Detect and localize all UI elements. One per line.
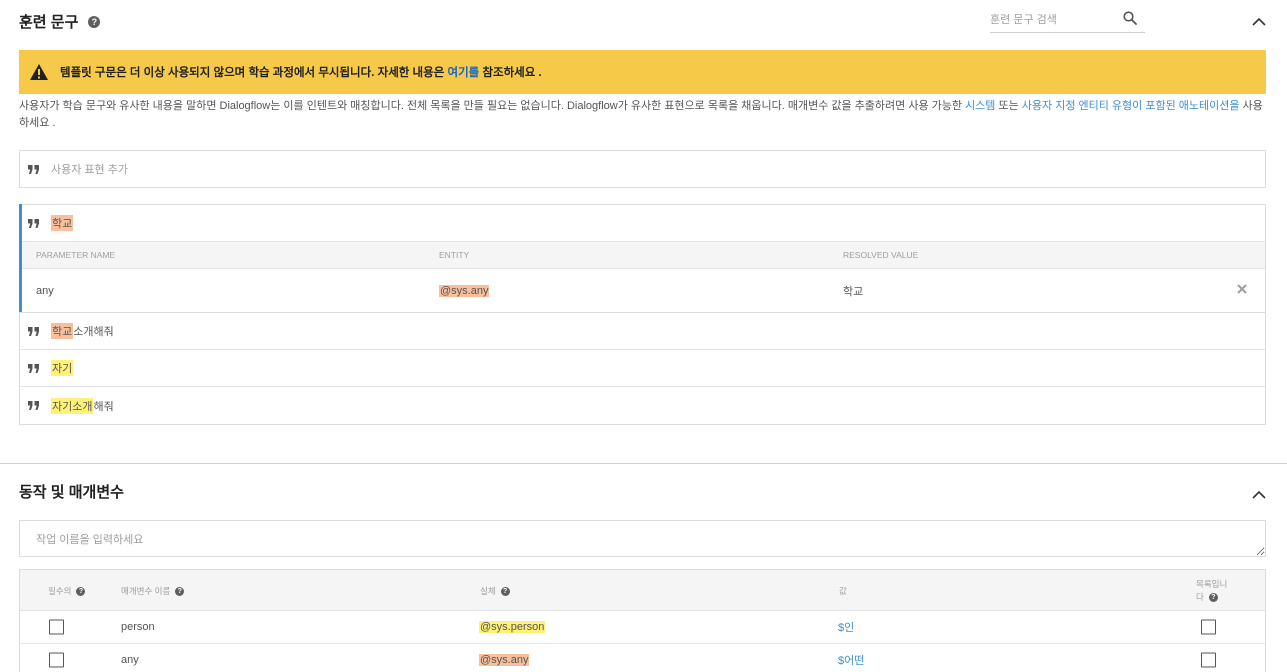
- list-item[interactable]: 자기소개 해줘: [20, 387, 1265, 424]
- table-row: any @sys.any 학교: [20, 269, 1265, 312]
- list-item[interactable]: 학교: [20, 205, 1265, 241]
- help-icon[interactable]: ?: [175, 586, 185, 596]
- parameter-value[interactable]: $어떤: [838, 652, 864, 668]
- parameter-value[interactable]: $인: [838, 619, 854, 635]
- annotated-text[interactable]: 학교: [51, 215, 74, 231]
- warning-link[interactable]: 여기를: [447, 67, 479, 79]
- close-icon[interactable]: [1237, 284, 1247, 294]
- selected-phrase[interactable]: 학교 PARAMETER NAME ENTITY RESOLVED VALUE …: [19, 204, 1266, 313]
- quote-icon: [28, 164, 39, 174]
- parameter-table-header: PARAMETER NAME ENTITY RESOLVED VALUE: [20, 241, 1265, 269]
- parameter-entity[interactable]: @sys.person: [479, 621, 546, 633]
- help-icon[interactable]: ?: [500, 586, 510, 596]
- parameter-name[interactable]: any: [36, 285, 54, 297]
- parameters-table: 필수의? 매개변수 이름? 실체? 값 목록입니 다? person @sys.…: [19, 569, 1266, 672]
- list-item[interactable]: 학교 소개해줘: [20, 313, 1265, 350]
- training-search: [990, 8, 1145, 33]
- add-expression-placeholder: 사용자 표현 추가: [51, 164, 128, 176]
- training-search-input[interactable]: [990, 14, 1118, 26]
- table-row: any @sys.any $어떤: [20, 644, 1265, 672]
- system-entities-link[interactable]: 시스템: [965, 100, 995, 112]
- chevron-up-icon[interactable]: [1252, 17, 1266, 26]
- resolved-value: 학교: [843, 285, 864, 298]
- parameter-entity[interactable]: @sys.any: [479, 654, 530, 666]
- parameter-name[interactable]: any: [121, 654, 139, 666]
- add-expression-box[interactable]: 사용자 표현 추가: [19, 150, 1266, 188]
- section-divider: [0, 463, 1287, 464]
- parameter-entity[interactable]: @sys.any: [439, 284, 490, 297]
- annotated-text[interactable]: 자기소개: [51, 397, 94, 414]
- annotated-text[interactable]: 학교: [51, 323, 74, 339]
- chevron-up-icon[interactable]: [1252, 490, 1266, 499]
- list-item[interactable]: 자기: [20, 350, 1265, 387]
- is-list-checkbox[interactable]: [1201, 652, 1216, 668]
- quote-icon: [28, 401, 39, 410]
- quote-icon: [28, 218, 39, 228]
- search-icon[interactable]: [1123, 11, 1137, 25]
- parameters-table-header: 필수의? 매개변수 이름? 실체? 값 목록입니 다?: [20, 570, 1265, 611]
- required-checkbox[interactable]: [49, 619, 64, 635]
- training-phrases-title: 훈련 문구: [19, 14, 79, 31]
- quote-icon: [28, 363, 39, 373]
- actions-header: 동작 및 매개변수: [19, 481, 124, 502]
- help-icon[interactable]: ?: [1208, 593, 1218, 603]
- quote-icon: [28, 326, 39, 336]
- required-checkbox[interactable]: [49, 652, 64, 668]
- action-name-input[interactable]: [19, 520, 1266, 557]
- training-phrases-header: 훈련 문구 ?: [19, 11, 101, 32]
- selection-indicator: [19, 204, 22, 313]
- annotated-text[interactable]: 자기: [51, 360, 74, 376]
- actions-title: 동작 및 매개변수: [19, 484, 124, 501]
- help-icon[interactable]: ?: [76, 586, 86, 596]
- custom-entities-link[interactable]: 사용자 지정 엔티티 유형이 포함된 애노테이션을: [1022, 100, 1240, 112]
- help-icon[interactable]: ?: [88, 15, 101, 28]
- is-list-checkbox[interactable]: [1201, 619, 1216, 635]
- template-warning-banner: 템플릿 구문은 더 이상 사용되지 않으며 학습 과정에서 무시됩니다. 자세한…: [19, 50, 1266, 94]
- parameter-name[interactable]: person: [121, 621, 155, 633]
- warning-text: 템플릿 구문은 더 이상 사용되지 않으며 학습 과정에서 무시됩니다. 자세한…: [60, 67, 542, 79]
- phrase-list: 학교 소개해줘 자기 자기소개 해줘: [19, 312, 1266, 425]
- warning-icon: [30, 64, 48, 80]
- table-row: person @sys.person $인: [20, 611, 1265, 644]
- training-description: 사용자가 학습 문구와 유사한 내용을 말하면 Dialogflow는 이를 인…: [19, 100, 1263, 129]
